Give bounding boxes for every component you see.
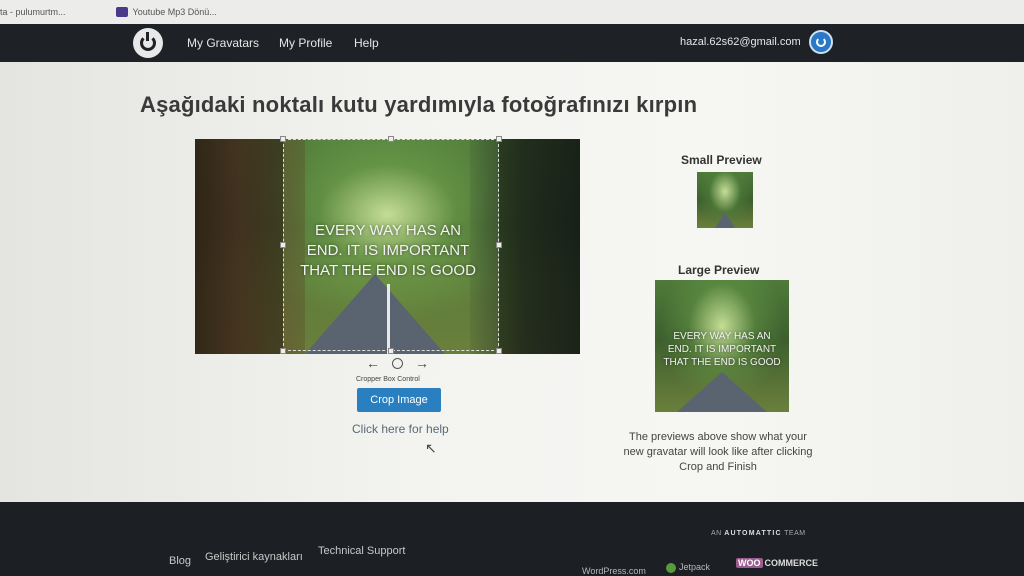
bookmarks-bar: ta - pulumurtm... Youtube Mp3 Dönü... [0,0,1024,24]
small-preview-title: Small Preview [681,153,762,167]
arrow-left-icon[interactable]: ← [366,355,380,371]
footer-link-developer-resources[interactable]: Geliştirici kaynakları [205,551,303,563]
crop-handle[interactable] [388,136,394,142]
center-circle-icon[interactable] [392,357,403,369]
large-preview-title: Large Preview [678,263,760,277]
wordpress-link[interactable]: WordPress.com [582,566,646,576]
main-content: Aşağıdaki noktalı kutu yardımıyla fotoğr… [0,62,1024,502]
nav-help[interactable]: Help [354,36,379,50]
crop-handle[interactable] [496,136,502,142]
nav-my-gravatars[interactable]: My Gravatars [187,36,259,50]
footer-link-technical-support[interactable]: Technical Support [318,545,405,557]
large-preview-image: EVERY WAY HAS AN END. IT IS IMPORTANT TH… [655,280,789,412]
crop-image-button[interactable]: Crop Image [357,388,441,412]
page-title: Aşağıdaki noktalı kutu yardımıyla fotoğr… [140,92,698,117]
crop-selection-box[interactable] [280,136,502,354]
help-link[interactable]: Click here for help [352,422,449,436]
footer: Blog Geliştirici kaynakları Technical Su… [0,502,1024,576]
bookmark-label: ta - pulumurtm... [0,7,66,17]
footer-link-blog[interactable]: Blog [169,555,191,567]
bookmark-item[interactable]: Youtube Mp3 Dönü... [115,7,217,17]
small-preview-image [697,172,753,228]
user-email[interactable]: hazal.62s62@gmail.com [680,36,801,48]
cropper-control-label: Cropper Box Control [356,376,420,383]
preview-quote: EVERY WAY HAS AN END. IT IS IMPORTANT TH… [663,331,781,368]
woocommerce-link[interactable]: WOO COMMERCE [736,558,818,568]
crop-handle[interactable] [496,242,502,248]
nav-my-profile[interactable]: My Profile [279,36,332,50]
crop-handle[interactable] [280,348,286,354]
avatar[interactable] [809,30,833,54]
jetpack-link[interactable]: Jetpack [666,562,710,573]
jetpack-icon [666,562,676,573]
bookmark-label: Youtube Mp3 Dönü... [132,7,217,17]
crop-handle[interactable] [280,242,286,248]
power-icon [816,37,826,47]
crop-handle[interactable] [388,348,394,354]
automattic-team[interactable]: AN AUTOMATTIC TEAM [711,530,806,537]
crop-handle[interactable] [280,136,286,142]
cropper-box-control: ← → [366,355,429,371]
top-navigation: My Gravatars My Profile Help hazal.62s62… [0,24,1024,62]
arrow-right-icon[interactable]: → [415,355,429,371]
folder-icon [115,7,128,17]
gravatar-logo-icon[interactable] [133,28,163,58]
preview-note: The previews above show what your new gr… [623,431,813,473]
crop-handle[interactable] [496,348,502,354]
bookmark-item[interactable]: ta - pulumurtm... [0,7,66,17]
mouse-cursor-icon: ↖ [425,440,437,456]
